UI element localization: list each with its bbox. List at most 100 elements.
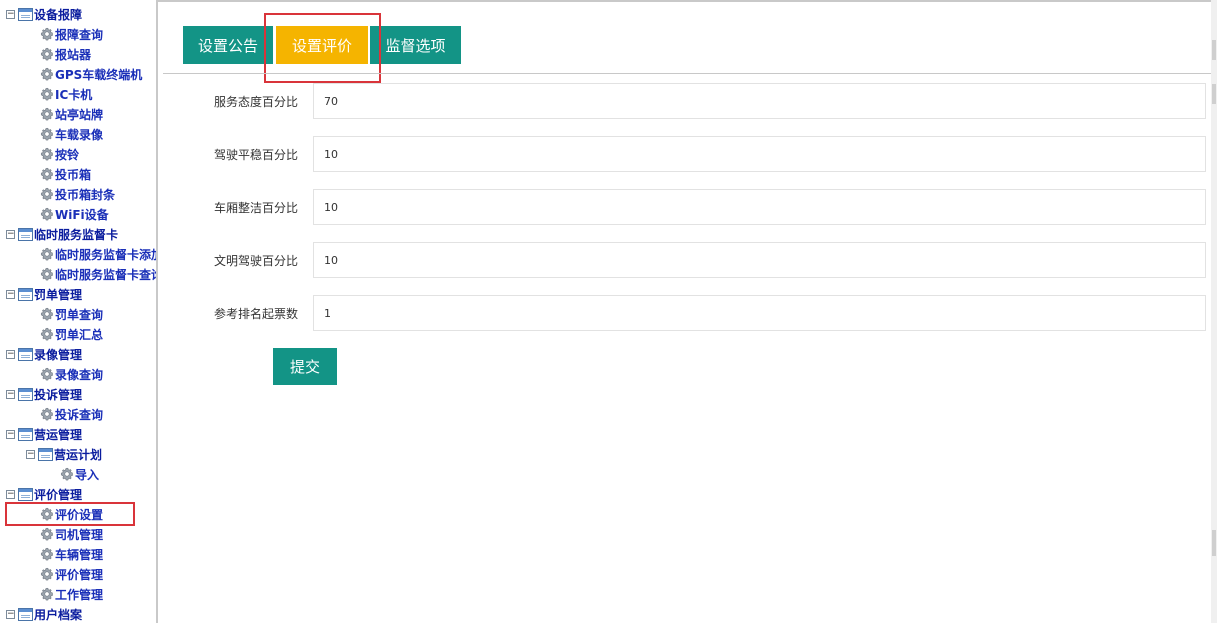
sidebar-item-7f5a53556c47603b[interactable]: 罚单汇总: [40, 324, 103, 344]
sidebar-item-84258fd08ba15212[interactable]: − 营运计划: [26, 444, 102, 464]
collapse-toggle-icon[interactable]: −: [6, 389, 15, 399]
gear-icon: [40, 147, 54, 161]
sidebar-item-4e3465f6670d52a176d177635361[interactable]: − 临时服务监督卡: [6, 224, 118, 244]
ranking-min-votes-input[interactable]: [313, 295, 1206, 331]
sidebar-item-label: 临时服务监督卡查询: [55, 267, 158, 282]
collapse-toggle-icon[interactable]: −: [6, 289, 15, 299]
sidebar-item-label: 评价管理: [34, 487, 83, 502]
gear-icon: [40, 107, 54, 121]
field-label-cabin-cleanliness: 车厢整洁百分比: [213, 201, 298, 215]
gear-icon: [40, 247, 54, 261]
gear-icon: [40, 87, 54, 101]
gear-icon: [40, 187, 54, 201]
gear-icon: [40, 127, 54, 141]
gear-icon: [40, 407, 54, 421]
tab-divider: [163, 73, 1213, 74]
tab-supervision-options[interactable]: 监督选项: [370, 26, 461, 64]
sidebar-item-7f5a535567e58be2[interactable]: 罚单查询: [40, 304, 103, 324]
folder-window-icon: [38, 447, 53, 461]
sidebar-item-label: GPS车载终端机: [55, 67, 143, 82]
sidebar-item-630994c3[interactable]: 按铃: [40, 144, 79, 164]
gear-icon: [60, 467, 74, 481]
folder-window-icon: [18, 287, 33, 301]
sidebar-item-7ad94ead7ad9724c[interactable]: 站亭站牌: [40, 104, 103, 124]
cabin-cleanliness-input[interactable]: [313, 189, 1206, 225]
sidebar-item-8bc44ef77ba17406[interactable]: − 评价管理: [6, 484, 82, 504]
sidebar-item-label: 临时服务监督卡: [34, 227, 119, 242]
sidebar-item-49435361673a[interactable]: IC卡机: [40, 84, 92, 104]
sidebar-item-53f8673a7ba17406[interactable]: 司机管理: [40, 524, 103, 544]
folder-window-icon: [18, 387, 33, 401]
sidebar-item-62955e017bb15c016761[interactable]: 投币箱封条: [40, 184, 115, 204]
civil-driving-input[interactable]: [313, 242, 1206, 278]
sidebar-item-label: 罚单查询: [55, 307, 104, 322]
sidebar-tree: − 设备报障报障查询报站器 GPS车载终端机 IC卡机站亭站牌车载录像按铃投币箱投币箱…: [0, 0, 158, 623]
submit-button[interactable]: 提交: [273, 348, 337, 385]
sidebar-item-label: 车载录像: [55, 127, 104, 142]
sidebar-item-4e3465f6670d52a176d17763536167e58be2[interactable]: 临时服务监督卡查询: [40, 264, 158, 284]
sidebar-item-84258fd07ba17406[interactable]: − 营运管理: [6, 424, 82, 444]
sidebar-item-7528623768636848[interactable]: − 用户档案: [6, 604, 82, 623]
folder-window-icon: [18, 7, 33, 21]
sidebar-item-label: 司机管理: [55, 527, 104, 542]
sidebar-item-label: 设备报障: [34, 7, 83, 22]
gear-icon: [40, 547, 54, 561]
sidebar-item-8f668f867ba17406[interactable]: 车辆管理: [40, 544, 103, 564]
sidebar-item-4e3465f6670d52a176d1776353616dfb52a0[interactable]: 临时服务监督卡添加: [40, 244, 156, 264]
sidebar-item-label: 报站器: [55, 47, 92, 62]
gear-icon: [40, 47, 54, 61]
sidebar-item-label: 投币箱: [55, 167, 92, 182]
sidebar-item-62a57ad95668[interactable]: 报站器: [40, 44, 91, 64]
sidebar-item-label: 罚单汇总: [55, 327, 104, 342]
sidebar-item-5f5550cf7ba17406[interactable]: − 录像管理: [6, 344, 82, 364]
sidebar-item-label: 站亭站牌: [55, 107, 104, 122]
sidebar-item-62958bc967e58be2[interactable]: 投诉查询: [40, 404, 103, 424]
collapse-toggle-icon[interactable]: −: [6, 429, 15, 439]
page-scrollbar[interactable]: [1211, 0, 1217, 623]
sidebar-item-label: 投诉管理: [34, 387, 83, 402]
collapse-toggle-icon[interactable]: −: [6, 489, 15, 499]
gear-icon: [40, 67, 54, 81]
sidebar-item-label: 评价管理: [55, 567, 104, 582]
driving-smoothness-input[interactable]: [313, 136, 1206, 172]
sidebar-item-62a5969c67e58be2[interactable]: 报障查询: [40, 24, 103, 44]
collapse-toggle-icon[interactable]: −: [6, 609, 15, 619]
sidebar-item-62955e017bb1[interactable]: 投币箱: [40, 164, 91, 184]
gear-icon: [40, 27, 54, 41]
main-panel: 设置公告 设置评价 监督选项 服务态度百分比 驾驶平稳百分比 车厢整洁百分比 文…: [158, 0, 1217, 623]
sidebar-item-label: 投诉查询: [55, 407, 104, 422]
sidebar-item-8bc44ef77ba17406[interactable]: 评价管理: [40, 564, 103, 584]
sidebar-item-5de54f5c7ba17406[interactable]: 工作管理: [40, 584, 103, 604]
sidebar-item-8bbe590762a5969c[interactable]: − 设备报障: [6, 4, 82, 24]
sidebar-item-label: WiFi设备: [55, 207, 109, 222]
sidebar-item-4750538f668f7d7ec87aef673a[interactable]: GPS车载终端机: [40, 64, 142, 84]
sidebar-item-label: 营运管理: [34, 427, 83, 442]
collapse-toggle-icon[interactable]: −: [26, 449, 35, 459]
sidebar-item-label: 营运计划: [54, 447, 103, 462]
sidebar-item-label: 录像查询: [55, 367, 104, 382]
sidebar-item-5f5550cf67e58be2[interactable]: 录像查询: [40, 364, 103, 384]
sidebar-item-label: 工作管理: [55, 587, 104, 602]
sidebar-item-576946698bbe5907[interactable]: WiFi设备: [40, 204, 109, 224]
sidebar-item-7f5a53557ba17406[interactable]: − 罚单管理: [6, 284, 82, 304]
sidebar-item-62958bc97ba17406[interactable]: − 投诉管理: [6, 384, 82, 404]
collapse-toggle-icon[interactable]: −: [6, 9, 15, 19]
gear-icon: [40, 207, 54, 221]
gear-icon: [40, 267, 54, 281]
gear-icon: [40, 167, 54, 181]
folder-window-icon: [18, 607, 33, 621]
sidebar-item-5bfc5165[interactable]: 导入: [60, 464, 99, 484]
field-label-driving-smoothness: 驾驶平稳百分比: [213, 148, 298, 162]
field-label-service-attitude: 服务态度百分比: [213, 95, 298, 109]
gear-icon: [40, 367, 54, 381]
sidebar-item-8f668f7d5f5550cf[interactable]: 车载录像: [40, 124, 103, 144]
sidebar-item-label: 用户档案: [34, 607, 83, 622]
service-attitude-input[interactable]: [313, 83, 1206, 119]
folder-window-icon: [18, 347, 33, 361]
collapse-toggle-icon[interactable]: −: [6, 229, 15, 239]
gear-icon: [40, 307, 54, 321]
field-label-civil-driving: 文明驾驶百分比: [213, 254, 298, 268]
collapse-toggle-icon[interactable]: −: [6, 349, 15, 359]
sidebar-item-label: 按铃: [55, 147, 80, 162]
tab-set-notice[interactable]: 设置公告: [183, 26, 273, 64]
